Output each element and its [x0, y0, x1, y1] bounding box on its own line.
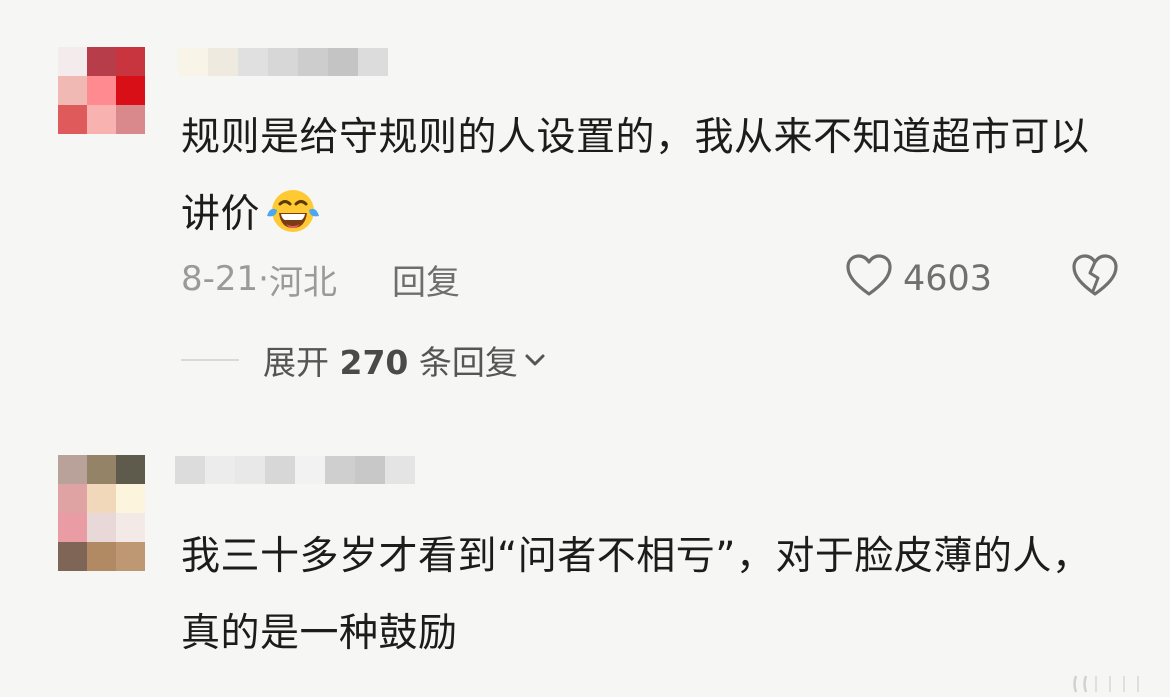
avatar-pixel: [58, 76, 87, 105]
username-pixel: [205, 456, 235, 484]
watermark-logo: [1073, 675, 1139, 693]
username-pixel: [358, 48, 388, 76]
expand-divider: [181, 359, 239, 361]
username-pixel: [295, 456, 325, 484]
avatar-pixel: [116, 542, 145, 571]
avatar-pixel: [116, 47, 145, 76]
avatar-pixel: [58, 484, 87, 513]
avatar-pixel: [116, 455, 145, 484]
username-blurred[interactable]: [178, 48, 388, 76]
avatar-pixel: [87, 76, 116, 105]
expand-count: 270: [339, 343, 409, 382]
avatar-pixel: [116, 105, 145, 134]
avatar-pixel: [116, 76, 145, 105]
avatar-pixel: [58, 47, 87, 76]
username-pixel: [268, 48, 298, 76]
comment-body: 我三十多岁才看到“问者不相亏”，对于脸皮薄的人，真的是一种鼓励: [181, 534, 1092, 656]
comment-meta: 8-21 · 河北 回复 4603: [181, 253, 1120, 306]
username-pixel: [355, 456, 385, 484]
username-pixel: [265, 456, 295, 484]
like-button[interactable]: 4603: [845, 253, 992, 306]
avatar-pixel: [87, 513, 116, 542]
comment-location: 河北: [268, 262, 337, 303]
expand-replies-button[interactable]: 展开 270 条回复: [181, 335, 546, 385]
avatar-pixel: [87, 542, 116, 571]
avatar[interactable]: [58, 47, 145, 134]
username-pixel: [385, 456, 415, 484]
avatar[interactable]: [58, 455, 145, 571]
expand-replies-label: 展开 270 条回复: [263, 336, 518, 384]
dislike-button[interactable]: [1071, 253, 1119, 306]
broken-heart-icon: [1071, 253, 1119, 306]
username-pixel: [178, 48, 208, 76]
username-blurred[interactable]: [175, 456, 415, 484]
heart-outline-icon: [845, 253, 893, 306]
avatar-pixel: [58, 105, 87, 134]
username-pixel: [175, 456, 205, 484]
avatar-pixel: [87, 484, 116, 513]
avatar-pixel: [58, 542, 87, 571]
meta-separator: ·: [258, 259, 269, 299]
reply-button[interactable]: 回复: [392, 255, 460, 304]
chevron-down-icon: [524, 352, 546, 368]
avatar-pixel: [58, 455, 87, 484]
expand-prefix: 展开: [263, 343, 329, 382]
expand-suffix: 条回复: [418, 343, 518, 382]
comment-date: 8-21: [181, 259, 259, 299]
avatar-pixel: [58, 513, 87, 542]
comment-text: 我三十多岁才看到“问者不相亏”，对于脸皮薄的人，真的是一种鼓励: [181, 518, 1121, 672]
username-pixel: [238, 48, 268, 76]
username-pixel: [325, 456, 355, 484]
avatar-pixel: [87, 47, 116, 76]
username-pixel: [298, 48, 328, 76]
avatar-pixel: [116, 484, 145, 513]
avatar-pixel: [87, 455, 116, 484]
avatar-pixel: [116, 513, 145, 542]
like-count: 4603: [903, 259, 993, 299]
comment-text: 规则是给守规则的人设置的，我从来不知道超市可以讲价: [181, 99, 1121, 261]
joy-tears-emoji-icon: [264, 184, 322, 261]
avatar-pixel: [87, 105, 116, 134]
username-pixel: [328, 48, 358, 76]
username-pixel: [208, 48, 238, 76]
username-pixel: [235, 456, 265, 484]
